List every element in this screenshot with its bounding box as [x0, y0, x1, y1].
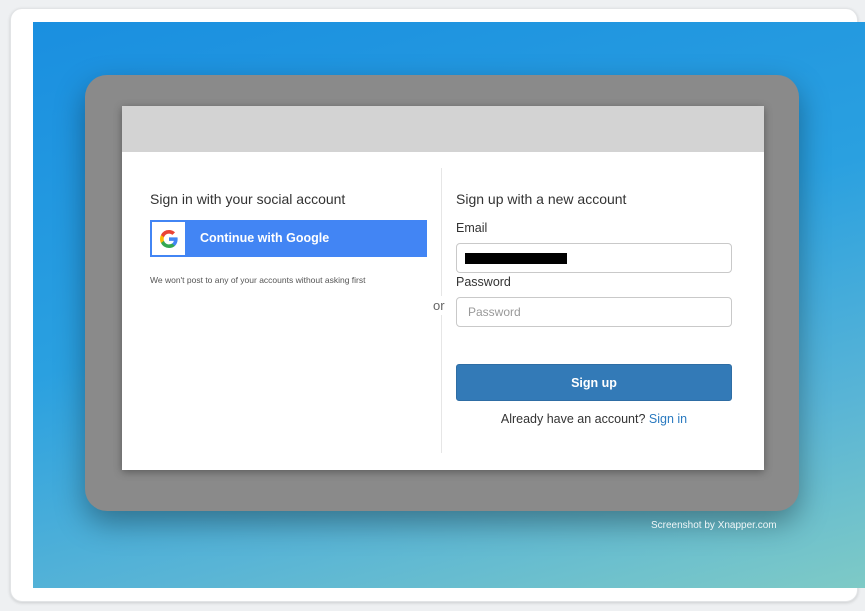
google-g-logo: [159, 229, 178, 248]
social-heading: Sign in with your social account: [150, 191, 346, 207]
redacted-email-value: [465, 253, 567, 264]
or-separator: or: [432, 296, 446, 315]
signup-heading: Sign up with a new account: [456, 191, 627, 207]
google-button-label: Continue with Google: [200, 231, 330, 245]
continue-with-google-button[interactable]: Continue with Google: [150, 220, 427, 257]
password-label: Password: [456, 275, 511, 289]
login-window: Sign in with your social account Continu…: [122, 106, 764, 470]
gradient-backdrop: Sign in with your social account Continu…: [33, 22, 865, 588]
window-header: [122, 106, 764, 152]
google-icon: [152, 222, 185, 255]
sign-in-link[interactable]: Sign in: [649, 412, 687, 426]
xnapper-watermark: Screenshot by Xnapper.com: [651, 520, 777, 531]
already-have-account-text: Already have an account?: [500, 412, 646, 426]
sign-up-button[interactable]: Sign up: [456, 364, 732, 401]
email-label: Email: [456, 221, 488, 235]
password-field[interactable]: [456, 297, 732, 327]
already-have-account: Already have an account? Sign in: [456, 412, 732, 426]
social-privacy-note: We won't post to any of your accounts wi…: [150, 275, 366, 285]
